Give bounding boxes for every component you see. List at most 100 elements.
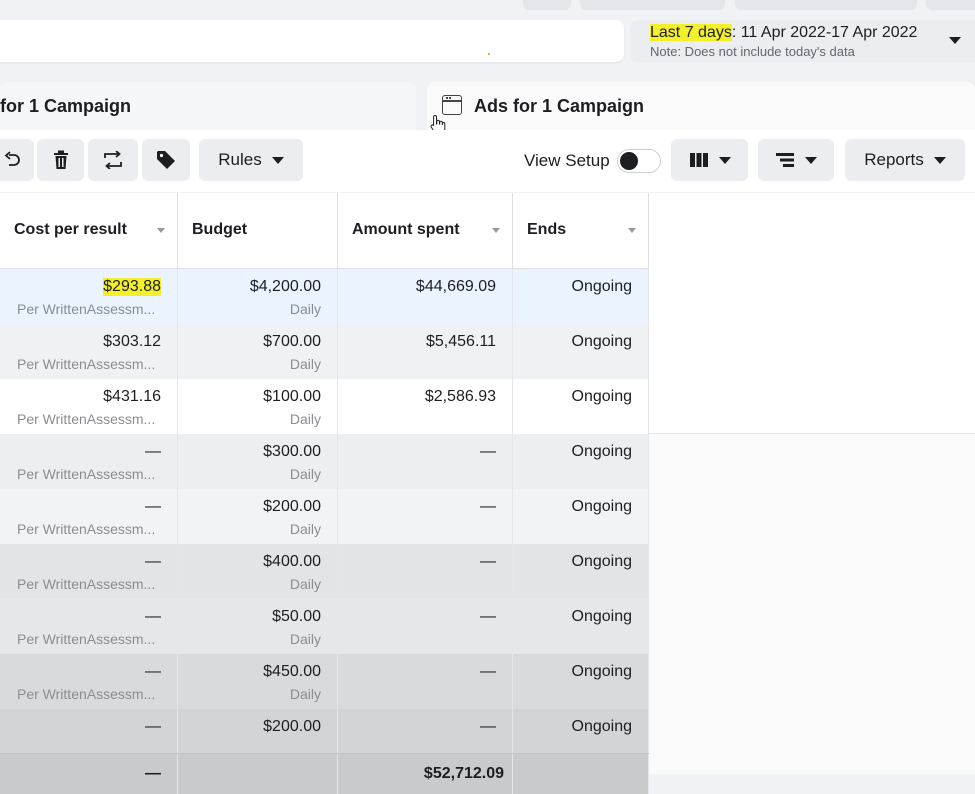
tab-label: Ads for 1 Campaign: [474, 96, 645, 116]
tag-button[interactable]: [142, 139, 190, 181]
total-cost-value: —: [145, 765, 161, 782]
cell-budget[interactable]: $200.00: [178, 709, 338, 753]
search-filter-bar[interactable]: [0, 20, 624, 62]
cell-budget[interactable]: $4,200.00 Daily: [178, 269, 338, 324]
ends-value: Ongoing: [571, 608, 633, 625]
cost-value: $293.88: [103, 278, 161, 296]
ends-value: Ongoing: [571, 278, 633, 295]
table-row[interactable]: — Per WrittenAssessm... $300.00 Daily — On…: [0, 434, 649, 489]
budget-value: $400.00: [263, 553, 321, 570]
column-header-label: Cost per result: [14, 221, 127, 238]
cell-cost-per-result: — Per WrittenAssessm...: [0, 434, 178, 489]
cell-budget[interactable]: $200.00 Daily: [178, 489, 338, 544]
cost-value: $303.12: [103, 333, 161, 350]
column-header-label: Amount spent: [352, 221, 460, 238]
cell-amount-spent: $2,586.93: [338, 379, 513, 434]
cell-amount-spent: —: [338, 654, 513, 709]
table-row[interactable]: — Per WrittenAssessm... $450.00 Daily — On…: [0, 654, 649, 709]
undo-button[interactable]: [0, 139, 34, 181]
sort-icon: [492, 228, 500, 233]
cell-budget[interactable]: $400.00 Daily: [178, 544, 338, 599]
spent-value: —: [480, 553, 496, 570]
breakdown-button[interactable]: [758, 139, 834, 181]
trash-icon: [53, 150, 68, 169]
budget-sublabel: Daily: [289, 686, 321, 702]
column-header-ends[interactable]: Ends: [513, 193, 649, 268]
tag-icon: [157, 151, 175, 169]
total-ends: [513, 754, 649, 794]
column-header-label: Ends: [527, 221, 567, 238]
chevron-down-icon: [805, 156, 817, 164]
view-setup-toggle[interactable]: [617, 149, 661, 173]
top-button[interactable]: [580, 0, 725, 10]
cost-sublabel: Per WrittenAssessm...: [17, 356, 156, 372]
cell-amount-spent: —: [338, 434, 513, 489]
reports-button[interactable]: Reports: [845, 139, 965, 181]
table-row[interactable]: $293.88 Per WrittenAssessm... $4,200.00 Da…: [0, 269, 649, 324]
cell-budget[interactable]: $700.00 Daily: [178, 324, 338, 379]
cell-ends: Ongoing: [513, 489, 649, 544]
cost-sublabel: Per WrittenAssessm...: [17, 686, 156, 702]
cell-amount-spent: —: [338, 489, 513, 544]
cost-sublabel: Per WrittenAssessm...: [17, 466, 156, 482]
cost-sublabel: Per WrittenAssessm...: [17, 411, 156, 427]
spent-value: $2,586.93: [424, 388, 496, 405]
top-button[interactable]: [735, 0, 917, 10]
view-setup-label: View Setup: [524, 151, 610, 170]
top-button[interactable]: [523, 0, 571, 10]
table-row[interactable]: — $200.00 — Ongoing: [0, 709, 649, 753]
ends-value: Ongoing: [571, 388, 633, 405]
table-row[interactable]: — Per WrittenAssessm... $50.00 Daily — Ong…: [0, 599, 649, 654]
cell-amount-spent: —: [338, 599, 513, 654]
table-row[interactable]: $431.16 Per WrittenAssessm... $100.00 Dail…: [0, 379, 649, 434]
column-header-budget[interactable]: Budget: [178, 193, 338, 268]
columns-icon: [689, 153, 708, 167]
cost-value: —: [145, 498, 161, 515]
total-spent-value: $52,712.09: [423, 765, 504, 782]
duplicate-button[interactable]: [88, 139, 138, 181]
cell-cost-per-result: $303.12 Per WrittenAssessm...: [0, 324, 178, 379]
top-toolbar-partial: [0, 0, 975, 12]
undo-icon: [4, 151, 20, 166]
cell-amount-spent: $44,669.09: [338, 269, 513, 324]
date-range-note: Note: Does not include today's data: [650, 44, 855, 59]
column-header-cost-per-result[interactable]: Cost per result: [0, 193, 178, 268]
ads-table: Cost per result Budget Amount spent Ends…: [0, 193, 649, 794]
cell-budget[interactable]: $100.00 Daily: [178, 379, 338, 434]
cell-budget[interactable]: $50.00 Daily: [178, 599, 338, 654]
tab-ad-sets[interactable]: for 1 Campaign: [0, 82, 416, 132]
table-row[interactable]: $303.12 Per WrittenAssessm... $700.00 Dail…: [0, 324, 649, 379]
cell-amount-spent: $5,456.11: [338, 324, 513, 379]
cost-value: —: [145, 663, 161, 680]
budget-sublabel: Daily: [289, 576, 321, 592]
spent-value: —: [480, 498, 496, 515]
budget-value: $700.00: [263, 333, 321, 350]
cell-ends: Ongoing: [513, 324, 649, 379]
date-range-value: : 11 Apr 2022-17 Apr 2022: [731, 24, 918, 41]
cell-ends: Ongoing: [513, 269, 649, 324]
budget-sublabel: Daily: [289, 356, 321, 372]
cost-value: —: [145, 443, 161, 460]
budget-value: $450.00: [263, 663, 321, 680]
cell-budget[interactable]: $300.00 Daily: [178, 434, 338, 489]
budget-value: $200.00: [263, 498, 321, 515]
date-preset: Last 7 days: [650, 24, 732, 41]
column-header-amount-spent[interactable]: Amount spent: [338, 193, 513, 268]
total-amount-spent: $52,712.09: [338, 754, 513, 794]
total-budget: [178, 754, 338, 794]
tab-ads[interactable]: Ads for 1 Campaign: [427, 82, 975, 132]
sort-icon: [628, 228, 636, 233]
table-row[interactable]: — Per WrittenAssessm... $400.00 Daily — On…: [0, 544, 649, 599]
cell-ends: Ongoing: [513, 544, 649, 599]
cell-cost-per-result: — Per WrittenAssessm...: [0, 654, 178, 709]
ends-value: Ongoing: [571, 663, 633, 680]
table-row[interactable]: — Per WrittenAssessm... $200.00 Daily — On…: [0, 489, 649, 544]
delete-button[interactable]: [37, 139, 84, 181]
date-range-picker[interactable]: Last 7 days: 11 Apr 2022-17 Apr 2022 Not…: [630, 20, 975, 62]
cell-budget[interactable]: $450.00 Daily: [178, 654, 338, 709]
columns-button[interactable]: [671, 139, 748, 181]
cost-value: —: [145, 718, 161, 735]
rules-button[interactable]: Rules: [199, 139, 303, 181]
top-button[interactable]: [926, 0, 975, 10]
total-cost-per-result: —: [0, 754, 178, 794]
